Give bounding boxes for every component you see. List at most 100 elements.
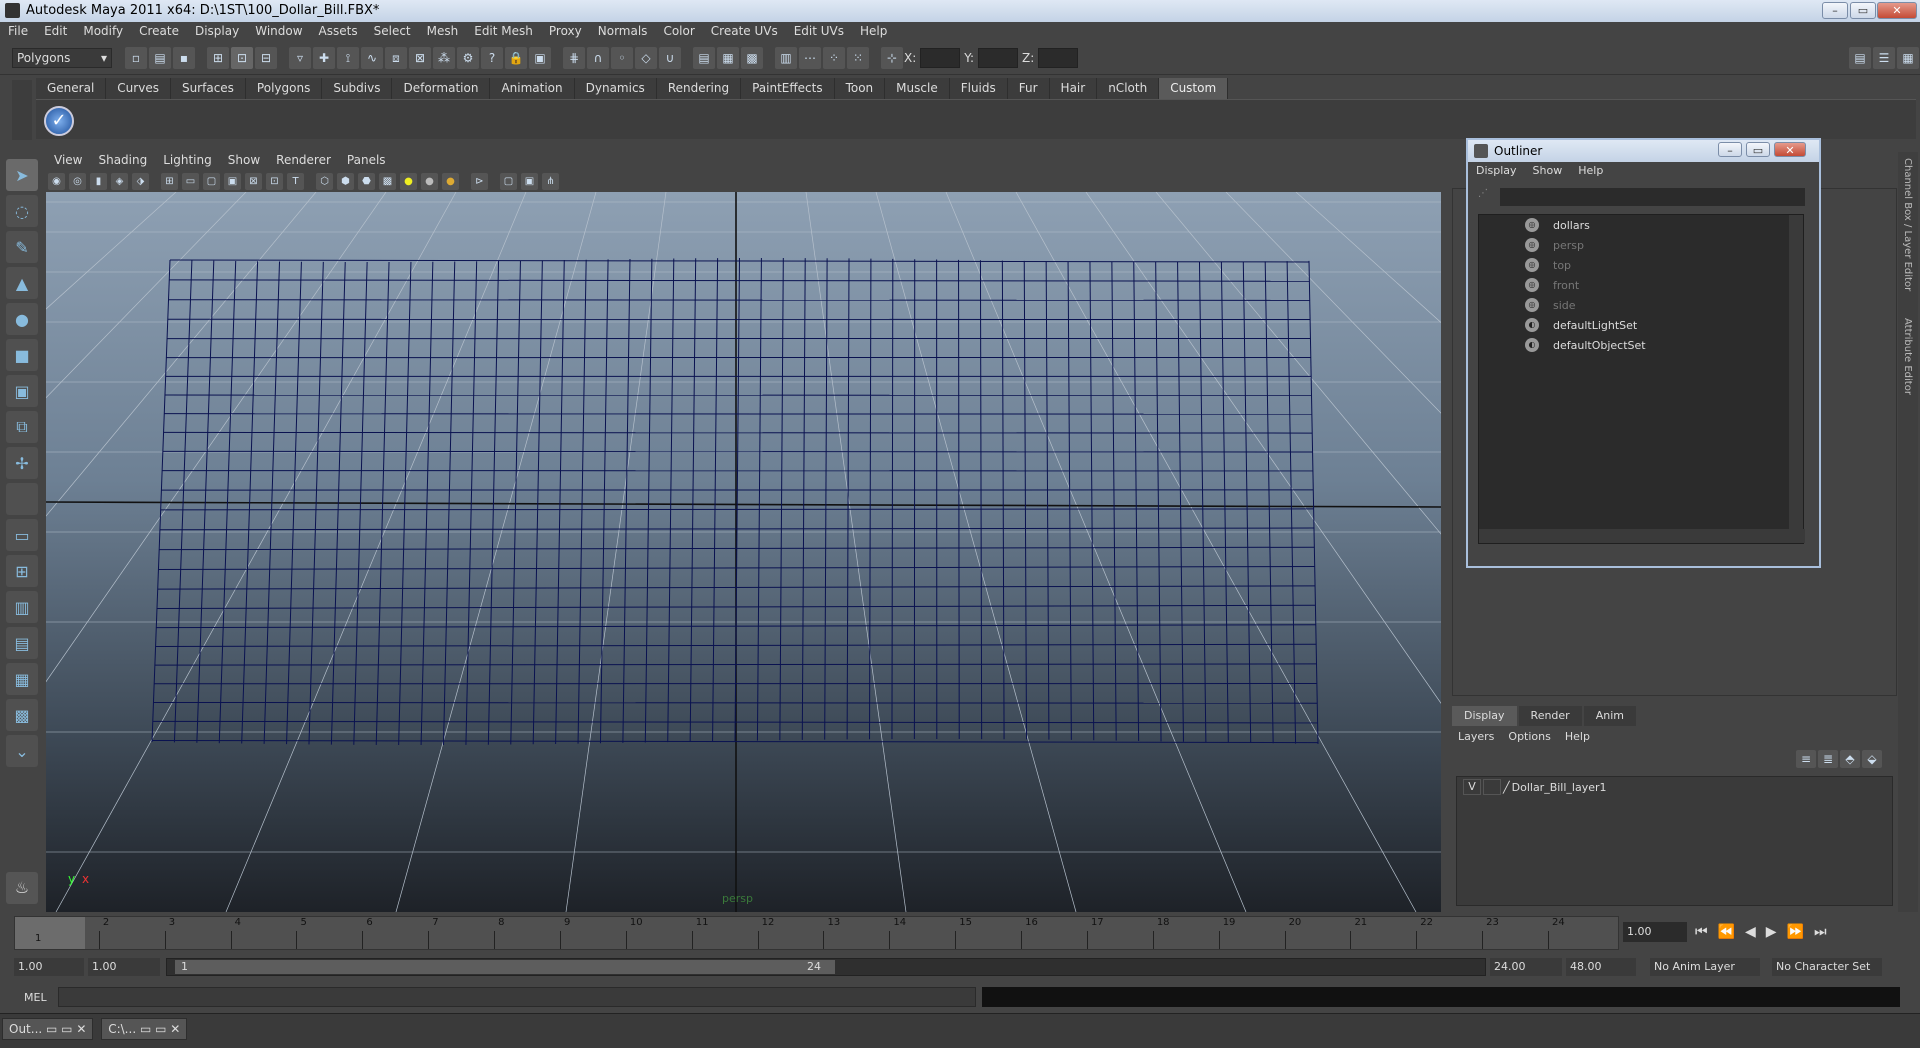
all-lights-icon[interactable]: ● <box>421 172 438 190</box>
more-layouts-icon[interactable]: ⌄ <box>6 735 38 767</box>
viewport-persp[interactable]: y x persp <box>46 192 1441 912</box>
manipulator-tool-icon[interactable]: ▣ <box>6 375 38 407</box>
command-input[interactable] <box>58 987 976 1007</box>
shelf-tab-muscle[interactable]: Muscle <box>885 78 950 99</box>
layer-tab-display[interactable]: Display <box>1452 706 1517 726</box>
select-hierarchy-icon[interactable]: ⊞ <box>207 46 229 69</box>
menu-edit[interactable]: Edit <box>36 22 75 41</box>
time-slider[interactable]: 123456789101112131415161718192021222324 … <box>14 916 1619 950</box>
menu-edit-uvs[interactable]: Edit UVs <box>786 22 852 41</box>
transport-buttons[interactable]: ⏮⏪◀▶⏩⏭ <box>1695 924 1837 940</box>
shelf-tab-general[interactable]: General <box>36 78 107 99</box>
snap-point-icon[interactable]: ◦ <box>611 46 633 69</box>
layer-color-icon[interactable]: ╱ <box>1503 781 1510 794</box>
outliner-item[interactable]: ◎ dollars <box>1479 215 1803 235</box>
quick-layout-icon[interactable]: ♨ <box>6 872 38 904</box>
bookmark-icon[interactable]: ▮ <box>90 172 107 190</box>
textured-icon[interactable]: ▩ <box>379 172 396 190</box>
last-tool-icon[interactable] <box>6 483 38 515</box>
menu-file[interactable]: File <box>0 22 36 41</box>
maximize-button[interactable]: ▭ <box>1850 2 1876 19</box>
safe-title-icon[interactable]: T <box>287 172 304 190</box>
layer-from-selected-icon[interactable]: ⬘ <box>1840 750 1860 768</box>
snap-live-icon[interactable]: ∪ <box>659 46 681 69</box>
minimized-outliner[interactable]: Out... ▭ ▭ ✕ <box>2 1018 94 1040</box>
menu-create-uvs[interactable]: Create UVs <box>703 22 786 41</box>
menu-assets[interactable]: Assets <box>311 22 366 41</box>
persp-graph-layout-icon[interactable]: ▤ <box>6 627 38 659</box>
range-bar[interactable]: 1 24 <box>166 958 1486 976</box>
menu-modify[interactable]: Modify <box>75 22 131 41</box>
wire-on-shaded-icon[interactable]: ⬣ <box>358 172 375 190</box>
outliner-menu-show[interactable]: Show <box>1525 162 1571 180</box>
pick-misc-icon[interactable]: ? <box>481 46 503 69</box>
outliner-maximize-button[interactable]: ▭ <box>1746 142 1770 157</box>
outliner-hscrollbar[interactable] <box>1479 529 1805 543</box>
snap-grid-icon[interactable]: ⋕ <box>563 46 585 69</box>
menu-normals[interactable]: Normals <box>590 22 656 41</box>
pick-deform-icon[interactable]: ⊠ <box>409 46 431 69</box>
soft-mod-tool-icon[interactable]: ⧉ <box>6 411 38 443</box>
menu-mesh[interactable]: Mesh <box>419 22 467 41</box>
outliner-item[interactable]: ◐ defaultObjectSet <box>1479 335 1803 355</box>
smooth-shade-icon[interactable]: ⬢ <box>337 172 354 190</box>
graph-editor-layout-icon[interactable]: ▩ <box>6 699 38 731</box>
layer-visibility-toggle[interactable]: V <box>1463 779 1481 795</box>
current-time-marker[interactable]: 1 <box>15 917 85 949</box>
pick-surfaces-icon[interactable]: ⧈ <box>385 46 407 69</box>
camera-select-icon[interactable]: ◉ <box>48 172 65 190</box>
render-settings-icon[interactable]: ▥ <box>775 46 797 69</box>
two-d-pan-icon[interactable]: ⬗ <box>132 172 149 190</box>
menu-window[interactable]: Window <box>247 22 310 41</box>
shelf-tab-dynamics[interactable]: Dynamics <box>574 78 657 99</box>
minimize-button[interactable]: – <box>1822 2 1848 19</box>
menu-color[interactable]: Color <box>655 22 702 41</box>
close-button[interactable]: ✕ <box>1877 2 1917 19</box>
shelf-tab-ncloth[interactable]: nCloth <box>1097 78 1160 99</box>
field-chart-icon[interactable]: ⊠ <box>245 172 262 190</box>
paint-select-tool-icon[interactable]: ✎ <box>6 231 38 263</box>
wireframe-icon[interactable]: ⬡ <box>316 172 333 190</box>
shelf-tab-surfaces[interactable]: Surfaces <box>170 78 246 99</box>
outliner-layout-icon[interactable]: ▥ <box>6 591 38 623</box>
playback-end-field[interactable]: 24.00 <box>1490 958 1562 976</box>
ipr-icon[interactable]: ▩ <box>741 46 763 69</box>
checkmark-icon[interactable]: ✓ <box>44 106 74 136</box>
shelf-tab-hair[interactable]: Hair <box>1049 78 1098 99</box>
layer-menu-layers[interactable]: Layers <box>1458 730 1494 743</box>
select-tool-icon[interactable]: ➤ <box>6 159 38 191</box>
shelf-menu-handle[interactable] <box>12 80 32 140</box>
rotate-tool-icon[interactable]: ● <box>6 303 38 335</box>
shelf-tab-painteffects[interactable]: PaintEffects <box>741 78 835 99</box>
move-tool-icon[interactable]: ▲ <box>6 267 38 299</box>
scale-tool-icon[interactable]: ■ <box>6 339 38 371</box>
camera-attr-icon[interactable]: ◎ <box>69 172 86 190</box>
layer-tab-render[interactable]: Render <box>1518 706 1582 726</box>
shelf-tab-deformation[interactable]: Deformation <box>392 78 491 99</box>
new-layer-empty-icon[interactable]: ≡ <box>1796 750 1816 768</box>
open-scene-icon[interactable]: ▤ <box>149 46 171 69</box>
outliner-menu-display[interactable]: Display <box>1468 162 1525 180</box>
single-pane-layout-icon[interactable]: ▭ <box>6 519 38 551</box>
outliner-menu-help[interactable]: Help <box>1570 162 1611 180</box>
vp-menu-shading[interactable]: Shading <box>90 150 155 170</box>
anim-end-field[interactable]: 48.00 <box>1566 958 1636 976</box>
select-component-icon[interactable]: ⊟ <box>255 46 277 69</box>
snap-curve-icon[interactable]: ∩ <box>587 46 609 69</box>
menu-edit-mesh[interactable]: Edit Mesh <box>466 22 541 41</box>
shelf-tab-curves[interactable]: Curves <box>106 78 171 99</box>
channel-box-toggle-icon[interactable]: ▦ <box>1897 46 1919 69</box>
gate-mask-icon[interactable]: ▣ <box>224 172 241 190</box>
lasso-tool-icon[interactable]: ◌ <box>6 195 38 227</box>
xray-joints-icon[interactable]: ▣ <box>521 172 538 190</box>
outliner-close-button[interactable]: ✕ <box>1774 142 1806 157</box>
outliner-vscrollbar[interactable] <box>1789 215 1803 531</box>
menu-help[interactable]: Help <box>852 22 895 41</box>
vp-menu-panels[interactable]: Panels <box>339 150 394 170</box>
layer-add-icon[interactable]: ⬙ <box>1862 750 1882 768</box>
pick-dynamics-icon[interactable]: ⁂ <box>433 46 455 69</box>
render-icon[interactable]: ▦ <box>717 46 739 69</box>
mode-selector[interactable]: Polygons ▾ <box>12 47 112 68</box>
highlight-icon[interactable]: ▣ <box>529 46 551 69</box>
character-set-dropdown[interactable]: No Character Set <box>1772 958 1882 976</box>
